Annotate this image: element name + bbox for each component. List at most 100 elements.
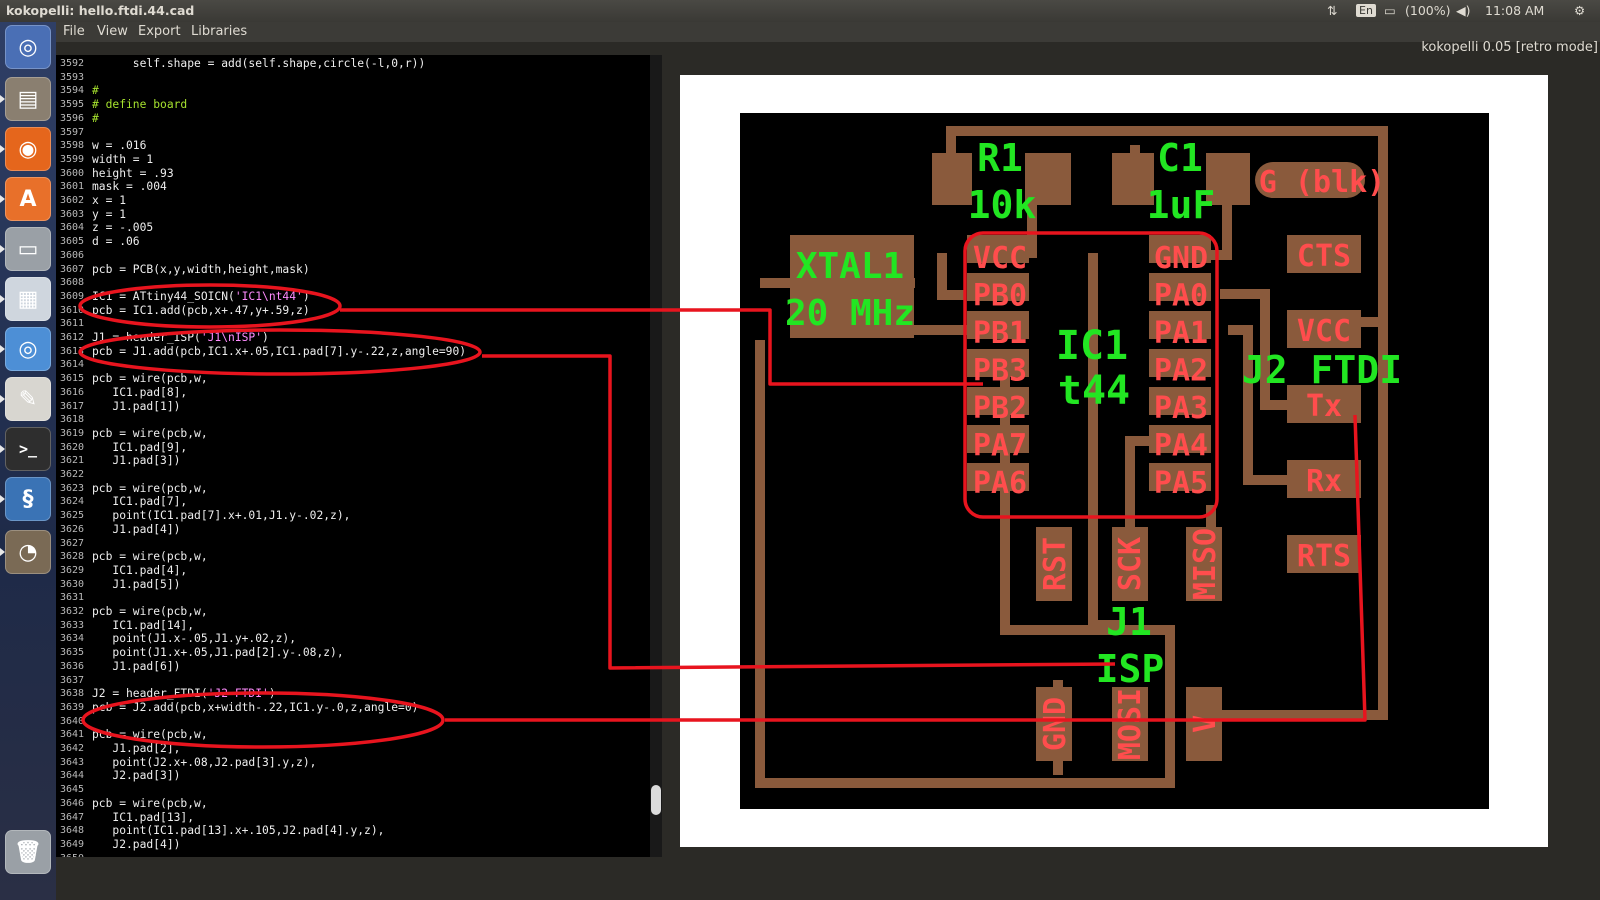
gimp-icon[interactable]: ◔	[5, 530, 51, 574]
network-icon[interactable]: ⇅	[1327, 3, 1337, 18]
chromium-icon[interactable]: ◎	[5, 327, 51, 371]
g-blk-label: G (blk)	[1259, 165, 1385, 200]
code-line: w = .016	[92, 139, 147, 153]
code-line: IC1.pad[4],	[92, 563, 188, 577]
code-line: point(J2.x+.08,J2.pad[3].y,z),	[92, 755, 317, 769]
code-line: pcb = wire(pcb,w,	[92, 550, 208, 564]
r1-label: R1	[977, 136, 1023, 180]
line-number: 3639	[60, 701, 85, 713]
line-number: 3596	[60, 112, 85, 124]
firefox-icon[interactable]: ◉	[5, 127, 51, 171]
ftdi-header-label: J2 FTDI	[1242, 348, 1402, 392]
ic1-pin-label: PA1	[1154, 316, 1208, 351]
line-number: 3641	[60, 729, 85, 741]
r1-value-label: 10k	[968, 183, 1037, 227]
code-line: #	[92, 111, 99, 125]
keyboard-layout-indicator[interactable]: En	[1356, 4, 1376, 17]
line-number: 3595	[60, 99, 85, 111]
code-line: J2 = header_FTDI('J2 FTDI')	[92, 687, 276, 701]
ftdi-pin-label: RTS	[1297, 539, 1351, 574]
text-editor-icon[interactable]: ✎	[5, 377, 51, 421]
isp-pin-label: SCK	[1113, 537, 1148, 591]
document-viewer-icon[interactable]: ▦	[5, 277, 51, 321]
xtal-label: XTAL1	[796, 246, 904, 287]
ic1-pin-label: PB1	[973, 316, 1027, 351]
isp-pin-label: V	[1188, 715, 1223, 733]
code-line: mask = .004	[92, 180, 167, 194]
code-line: pcb = J2.add(pcb,x+width-.22,IC1.y-.0,z,…	[92, 700, 419, 714]
ic1-pin-label: PA4	[1154, 429, 1208, 464]
line-number: 3600	[60, 167, 85, 179]
menu-libraries[interactable]: Libraries	[191, 24, 247, 39]
code-line: pcb = wire(pcb,w,	[92, 796, 208, 810]
isp-label: ISP	[1096, 647, 1165, 691]
code-line: x = 1	[92, 194, 127, 207]
line-number: 3631	[60, 592, 85, 604]
settings-gear-icon[interactable]: ⚙	[1574, 3, 1585, 18]
line-number: 3645	[60, 784, 85, 796]
ic1-pin-label: PA3	[1154, 391, 1208, 426]
running-indicator	[0, 295, 5, 303]
terminal-icon[interactable]: >_	[5, 427, 51, 471]
line-number: 3630	[60, 578, 85, 590]
line-number: 3620	[60, 441, 85, 453]
software-center-icon[interactable]: A	[5, 177, 51, 221]
python-icon[interactable]: §	[5, 477, 51, 521]
line-number: 3602	[60, 195, 85, 206]
trash-icon[interactable]: 🗑	[5, 830, 51, 874]
code-line: J1 = header_ISP('J1\nISP')	[92, 331, 269, 344]
line-number: 3593	[60, 71, 85, 83]
running-indicator	[0, 195, 5, 203]
code-line: J1.pad[6])	[92, 659, 181, 673]
top-panel: kokopelli: hello.ftdi.44.cad ⇅ En ▭ (100…	[0, 0, 1600, 22]
code-line: pcb = IC1.add(pcb,x+.47,y+.59,z)	[92, 303, 310, 317]
code-line: point(IC1.pad[13].x+.105,J2.pad[4].y,z),	[92, 824, 385, 838]
code-line: IC1.pad[7],	[92, 495, 188, 509]
code-editor[interactable]: 3592 3593 3594 3595 3596 3597 3598 3599 3600 3601…	[56, 55, 650, 857]
isp-pin-label: MOSI	[1113, 688, 1148, 760]
xtal-value-label: 20 MHz	[785, 293, 915, 334]
pcb-board: R110kC11uFG (blk)XTAL120 MHzIC1t44VCCPB0…	[740, 113, 1489, 809]
clock[interactable]: 11:08 AM	[1485, 3, 1544, 18]
code-line: pcb = wire(pcb,w,	[92, 426, 208, 440]
code-line: self.shape = add(self.shape,circle(-l,0,…	[92, 57, 426, 70]
line-number: 3640	[60, 715, 85, 727]
app-version-label: kokopelli 0.05 [retro mode]	[1421, 40, 1598, 55]
launcher: ◎ ▤ ◉ A ▭ ▦ ◎ ✎ >_ § ◔ 🗑	[0, 22, 56, 900]
line-number: 3592	[60, 58, 85, 69]
line-number: 3601	[60, 181, 85, 193]
line-number: 3649	[60, 838, 85, 850]
board-view-panel[interactable]: R1 10k C1 1uF G (blk) XTAL1 20 MHz IC1 t44 VCC PB0…	[680, 75, 1548, 847]
code-line: d = .06	[92, 235, 140, 249]
ubuntu-dash-icon[interactable]: ◎	[5, 25, 51, 69]
line-number: 3632	[60, 606, 85, 617]
line-number: 3634	[60, 633, 85, 645]
code-line: point(J1.x+.05,J1.pad[2].y-.08,z),	[92, 646, 344, 660]
code-line: J1.pad[5])	[92, 577, 181, 591]
menu-export[interactable]: Export	[138, 24, 181, 39]
menu-view[interactable]: View	[97, 24, 128, 39]
code-line: pcb = wire(pcb,w,	[92, 481, 208, 495]
running-indicator	[0, 495, 5, 503]
battery-icon[interactable]: ▭	[1384, 3, 1396, 18]
code-line: IC1.pad[9],	[92, 440, 188, 454]
menu-file[interactable]: File	[63, 24, 85, 39]
code-line: pcb = J1.add(pcb,IC1.x+.05,IC1.pad[7].y-…	[92, 344, 467, 358]
editor-scrollbar[interactable]	[650, 55, 662, 857]
volume-icon[interactable]: ◀)	[1456, 3, 1471, 18]
running-indicator	[0, 245, 5, 253]
isp-pin-label: RST	[1038, 537, 1073, 591]
code-line: height = .93	[92, 166, 174, 180]
disk-icon[interactable]: ▭	[5, 227, 51, 271]
code-line: width = 1	[92, 152, 154, 166]
line-number: 3625	[60, 510, 85, 522]
code-line: IC1.pad[14],	[92, 618, 195, 632]
files-icon[interactable]: ▤	[5, 77, 51, 121]
ic1-pin-label: PA2	[1154, 354, 1208, 389]
ic1-pin-label: PB3	[973, 354, 1027, 389]
code-line: y = 1	[92, 207, 127, 221]
battery-percentage[interactable]: (100%)	[1405, 3, 1451, 18]
ic1-value-label: t44	[1058, 368, 1130, 414]
ic1-pin-label: VCC	[973, 241, 1027, 276]
scrollbar-thumb[interactable]	[651, 785, 661, 815]
